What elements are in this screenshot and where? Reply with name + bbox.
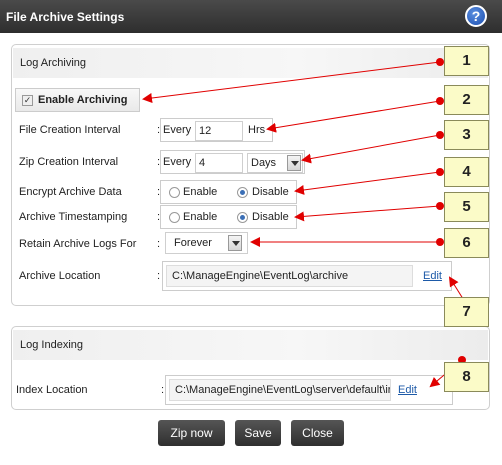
timestamping-enable-radio[interactable]	[169, 212, 180, 223]
chevron-down-icon[interactable]	[228, 235, 242, 251]
timestamping-disable-label: Disable	[252, 211, 289, 223]
log-indexing-header: Log Indexing	[13, 330, 488, 360]
chevron-down-icon[interactable]	[287, 155, 301, 171]
zip-creation-prefix: Every	[163, 156, 192, 168]
callout-5: 5	[444, 192, 489, 222]
zip-creation-group: Every 4 Days	[160, 150, 305, 174]
archive-location-field[interactable]: C:\ManageEngine\EventLog\archive	[166, 265, 413, 287]
file-creation-label: File Creation Interval	[19, 124, 121, 136]
window-title: File Archive Settings	[6, 10, 125, 24]
colon: :	[157, 270, 161, 282]
file-creation-input[interactable]: 12	[195, 121, 243, 141]
encrypt-disable-label: Disable	[252, 186, 289, 198]
enable-archiving-label: Enable Archiving	[38, 94, 128, 106]
encrypt-label: Encrypt Archive Data	[19, 186, 122, 198]
colon: :	[157, 238, 161, 250]
log-archiving-title: Log Archiving	[20, 57, 87, 69]
archive-location-edit-link[interactable]: Edit	[423, 270, 442, 282]
enable-archiving-checkbox[interactable]: ✓	[22, 95, 33, 106]
log-indexing-title: Log Indexing	[20, 339, 83, 351]
callout-8: 8	[444, 362, 489, 392]
save-button[interactable]: Save	[235, 420, 281, 446]
zip-creation-input[interactable]: 4	[195, 153, 243, 173]
log-archiving-header: Log Archiving	[13, 48, 488, 78]
zip-creation-unit-value: Days	[251, 157, 277, 169]
encrypt-enable-radio[interactable]	[169, 187, 180, 198]
index-location-label: Index Location	[16, 384, 88, 396]
callout-2: 2	[444, 85, 489, 115]
encrypt-enable-label: Enable	[183, 186, 218, 198]
encrypt-disable-radio[interactable]	[237, 187, 248, 198]
enable-archiving-container[interactable]: ✓ Enable Archiving	[15, 88, 140, 112]
index-location-group: C:\ManageEngine\EventLog\server\default\…	[165, 375, 453, 405]
file-creation-unit: Hrs	[248, 124, 266, 136]
timestamping-group: Enable Disable	[160, 205, 297, 229]
retain-label: Retain Archive Logs For	[19, 238, 137, 250]
index-location-field[interactable]: C:\ManageEngine\EventLog\server\default\…	[169, 379, 391, 401]
log-indexing-panel: Log Indexing Index Location : C:\ManageE…	[11, 326, 490, 410]
timestamping-disable-radio[interactable]	[237, 212, 248, 223]
zip-creation-label: Zip Creation Interval	[19, 156, 119, 168]
zip-now-button[interactable]: Zip now	[158, 420, 225, 446]
retain-value: Forever	[174, 237, 212, 249]
title-bar: File Archive Settings ?	[0, 0, 502, 33]
callout-6: 6	[444, 228, 489, 258]
index-location-value: C:\ManageEngine\EventLog\server\default\…	[175, 384, 391, 396]
index-location-edit-link[interactable]: Edit	[398, 384, 417, 396]
encrypt-group: Enable Disable	[160, 180, 297, 204]
archive-location-group: C:\ManageEngine\EventLog\archive Edit	[162, 261, 452, 291]
callout-3: 3	[444, 120, 489, 150]
log-archiving-panel: Log Archiving ✓ Enable Archiving File Cr…	[11, 44, 490, 306]
help-icon[interactable]: ?	[465, 5, 487, 27]
timestamping-enable-label: Enable	[183, 211, 218, 223]
timestamping-label: Archive Timestamping	[19, 211, 128, 223]
retain-select[interactable]: Forever	[165, 232, 248, 254]
callout-7: 7	[444, 297, 489, 327]
file-creation-group: Every 12 Hrs	[160, 118, 273, 142]
zip-creation-unit-select[interactable]: Days	[247, 153, 303, 173]
colon: :	[161, 384, 165, 396]
file-creation-prefix: Every	[163, 124, 192, 136]
archive-location-label: Archive Location	[19, 270, 101, 282]
callout-1: 1	[444, 46, 489, 76]
callout-4: 4	[444, 157, 489, 187]
close-button[interactable]: Close	[291, 420, 344, 446]
